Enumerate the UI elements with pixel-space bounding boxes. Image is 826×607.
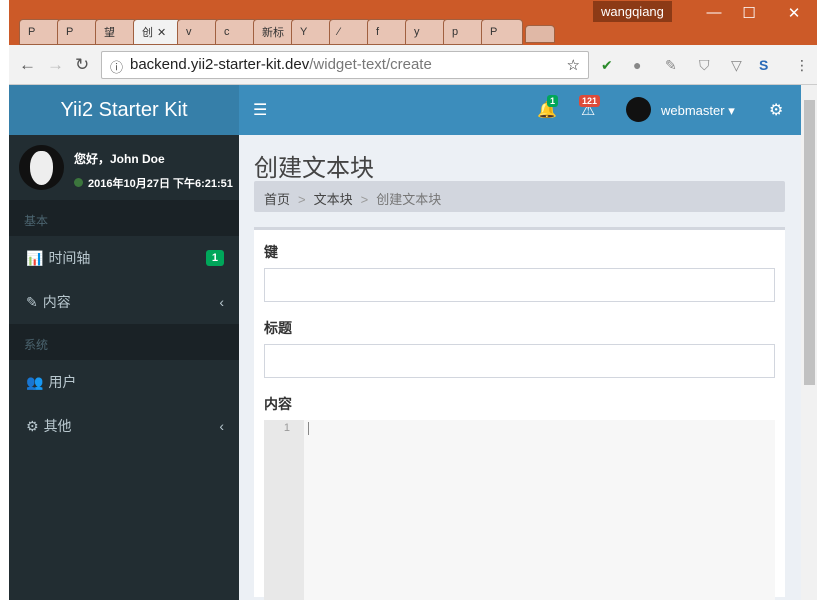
browser-tab[interactable]: 新标 [253,19,295,45]
top-navbar: ☰ 🔔 1 ⚠ 121 webmaster ▾ ⚙ [239,85,801,135]
browser-tab-active[interactable]: 创 ✕ [133,19,181,45]
bookmark-star-icon[interactable]: ☆ [567,56,580,74]
profile-name[interactable]: wangqiang [593,1,672,22]
scrollbar[interactable] [801,85,817,600]
edit-icon: ✎ [26,293,38,310]
browser-tab[interactable]: P [57,19,99,45]
main-content: 创建文本块 首页 > 文本块 > 创建文本块 键 标题 内容 1 [254,135,785,600]
address-bar-row: ← → ↻ ⓘ backend.yii2-starter-kit.dev/wid… [9,45,817,85]
online-dot-icon [74,178,83,187]
sidebar-item-other[interactable]: ⚙ 其他 ‹ [9,404,239,448]
reload-icon[interactable]: ↻ [75,55,89,75]
user-panel: 您好，John Doe 2016年10月27日 下午6:21:51 [9,135,239,200]
extension-icon[interactable]: ● [633,57,641,73]
bar-chart-icon: 📊 [26,249,44,266]
content-label: 内容 [264,396,292,412]
section-header: 系统 [9,324,239,360]
greeting: 您好，John Doe [74,152,165,166]
browser-tab[interactable]: c [215,19,257,45]
user-menu[interactable]: webmaster ▾ [661,103,735,119]
browser-window: wangqiang — ☐ ✕ P P 望 创 ✕ v c 新标 Y ⁄ f y … [9,0,817,600]
maximize-button[interactable]: ☐ [729,4,769,22]
sidebar: Yii2 Starter Kit 您好，John Doe 2016年10月27日… [9,85,239,600]
avatar [19,145,64,190]
close-tab-icon[interactable]: ✕ [157,26,166,39]
shield-icon[interactable]: ▽ [731,57,742,74]
key-input[interactable] [264,268,775,302]
tab-strip: P P 望 创 ✕ v c 新标 Y ⁄ f y p P [19,19,555,45]
extension-icon[interactable]: ✔ [601,57,613,74]
page-title: 创建文本块 [254,154,374,182]
back-icon[interactable]: ← [19,55,36,75]
bell-icon[interactable]: 🔔 1 [537,95,559,120]
url-input[interactable]: ⓘ backend.yii2-starter-kit.dev/widget-te… [101,51,589,79]
page: Yii2 Starter Kit 您好，John Doe 2016年10月27日… [9,85,801,600]
key-label: 键 [264,244,278,260]
breadcrumb-home[interactable]: 首页 [264,192,290,207]
scrollbar-thumb[interactable] [804,100,815,385]
new-tab-button[interactable] [525,25,555,43]
timeline-badge: 1 [205,250,224,266]
line-number: 1 [264,420,304,600]
breadcrumb-text-blocks[interactable]: 文本块 [314,192,353,207]
browser-tab[interactable]: y [405,19,447,45]
info-icon[interactable]: ⓘ [110,57,123,76]
extension-icon[interactable]: ✎ [665,57,677,74]
user-avatar[interactable] [626,97,651,122]
content-editor[interactable]: 1 [264,420,775,600]
menu-icon[interactable]: ⋮ [795,57,809,74]
minimize-button[interactable]: — [694,4,734,21]
title-input[interactable] [264,344,775,378]
browser-tab[interactable]: f [367,19,409,45]
browser-tab[interactable]: ⁄ [329,19,371,45]
breadcrumb: 首页 > 文本块 > 创建文本块 [254,181,785,212]
logo[interactable]: Yii2 Starter Kit [9,85,239,135]
chevron-left-icon: ‹ [219,294,224,310]
close-window-button[interactable]: ✕ [774,4,814,22]
form-box: 键 标题 内容 1 [254,227,785,600]
breadcrumb-current: 创建文本块 [376,192,442,207]
extension-icon[interactable]: S [759,57,768,73]
browser-tab[interactable]: p [443,19,485,45]
current-time: 2016年10月27日 下午6:21:51 [88,178,233,190]
browser-tab[interactable]: v [177,19,219,45]
section-header: 基本 [9,200,239,236]
warning-icon[interactable]: ⚠ 121 [579,95,601,120]
hamburger-icon[interactable]: ☰ [253,100,267,120]
browser-tab[interactable]: Y [291,19,333,45]
sidebar-item-content[interactable]: ✎ 内容 ‹ [9,280,239,324]
sidebar-item-users[interactable]: 👥 用户 [9,360,239,404]
extension-icon[interactable]: ⛉ [699,57,710,74]
chevron-left-icon: ‹ [219,418,224,434]
browser-tab[interactable]: P [481,19,523,45]
sidebar-item-timeline[interactable]: 📊 时间轴 1 [9,236,239,280]
text-cursor [308,422,309,435]
cogs-icon: ⚙ [26,417,39,434]
browser-tab[interactable]: P [19,19,61,45]
forward-icon[interactable]: → [47,55,64,75]
browser-tab[interactable]: 望 [95,19,137,45]
title-label: 标题 [264,320,292,336]
users-icon: 👥 [26,373,44,390]
settings-icon[interactable]: ⚙ [769,100,783,120]
